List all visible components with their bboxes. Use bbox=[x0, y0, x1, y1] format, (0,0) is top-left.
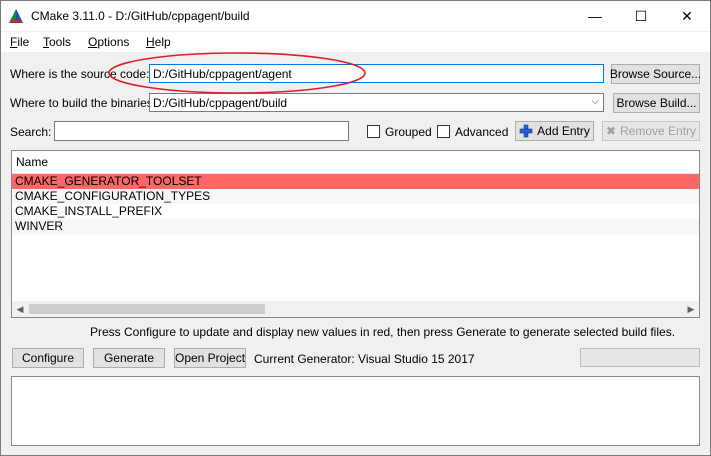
menu-tools-label: ools bbox=[49, 35, 72, 49]
table-row[interactable]: WINVER bbox=[12, 219, 699, 234]
source-label: Where is the source code: bbox=[10, 67, 150, 81]
menu-options-label: ptions bbox=[97, 35, 130, 49]
grouped-checkbox[interactable] bbox=[367, 125, 380, 138]
configure-hint: Press Configure to update and display ne… bbox=[90, 325, 676, 339]
remove-x-icon: ✖ bbox=[605, 124, 617, 138]
scroll-right-icon[interactable]: ▶ bbox=[683, 303, 699, 315]
build-path-value: D:/GitHub/cppagent/build bbox=[153, 96, 288, 110]
menu-options[interactable]: Options bbox=[88, 35, 129, 49]
remove-entry-button[interactable]: ✖ Remove Entry bbox=[602, 121, 700, 141]
configure-button[interactable]: Configure bbox=[12, 348, 84, 368]
minimize-button[interactable]: — bbox=[572, 1, 618, 31]
close-button[interactable]: ✕ bbox=[664, 1, 710, 31]
add-entry-button[interactable]: Add Entry bbox=[515, 121, 594, 141]
cmake-logo-icon bbox=[9, 9, 23, 23]
build-path-combobox[interactable]: D:/GitHub/cppagent/build ⌵ bbox=[149, 93, 604, 112]
cache-entries-table[interactable]: Name CMAKE_GENERATOR_TOOLSET CMAKE_CONFIG… bbox=[11, 150, 700, 318]
maximize-button[interactable]: ☐ bbox=[618, 1, 664, 31]
menu-file[interactable]: File bbox=[10, 35, 29, 49]
advanced-label: Advanced bbox=[455, 125, 509, 139]
minimize-icon: — bbox=[588, 8, 602, 24]
close-icon: ✕ bbox=[681, 7, 693, 24]
menu-bar: File Tools Options Help bbox=[1, 32, 710, 52]
grouped-label: Grouped bbox=[385, 125, 432, 139]
advanced-checkbox[interactable] bbox=[437, 125, 450, 138]
cmake-window: CMake 3.11.0 - D:/GitHub/cppagent/build … bbox=[0, 0, 711, 456]
menu-help-mnemonic: H bbox=[146, 35, 155, 49]
menu-options-mnemonic: O bbox=[88, 35, 98, 49]
browse-build-button[interactable]: Browse Build... bbox=[613, 93, 700, 113]
table-header[interactable]: Name bbox=[12, 151, 699, 174]
menu-help-label: elp bbox=[154, 35, 171, 49]
scroll-left-icon[interactable]: ◀ bbox=[12, 303, 28, 315]
output-log[interactable] bbox=[11, 376, 700, 446]
column-header-name: Name bbox=[16, 155, 49, 169]
title-bar[interactable]: CMake 3.11.0 - D:/GitHub/cppagent/build … bbox=[1, 1, 710, 31]
search-label: Search: bbox=[10, 125, 52, 139]
table-row[interactable]: CMAKE_INSTALL_PREFIX bbox=[12, 204, 699, 219]
menu-help[interactable]: Help bbox=[146, 35, 171, 49]
source-path-input[interactable]: D:/GitHub/cppagent/agent bbox=[149, 64, 604, 83]
menu-tools[interactable]: Tools bbox=[43, 35, 71, 49]
remove-entry-label: Remove Entry bbox=[620, 124, 697, 138]
search-input[interactable] bbox=[54, 121, 349, 141]
generate-button[interactable]: Generate bbox=[93, 348, 165, 368]
scrollbar-thumb[interactable] bbox=[29, 304, 265, 314]
horizontal-scrollbar[interactable]: ◀ ▶ bbox=[12, 301, 699, 317]
progress-bar bbox=[580, 348, 700, 367]
current-generator-text: Current Generator: Visual Studio 15 2017 bbox=[254, 352, 475, 366]
add-entry-label: Add Entry bbox=[537, 124, 590, 138]
open-project-button[interactable]: Open Project bbox=[174, 348, 246, 368]
browse-source-button[interactable]: Browse Source... bbox=[610, 64, 701, 84]
chevron-down-icon[interactable]: ⌵ bbox=[591, 96, 599, 107]
maximize-icon: ☐ bbox=[634, 7, 648, 24]
table-row[interactable]: CMAKE_CONFIGURATION_TYPES bbox=[12, 189, 699, 204]
menu-file-label: ile bbox=[17, 35, 30, 49]
window-title: CMake 3.11.0 - D:/GitHub/cppagent/build bbox=[31, 9, 250, 23]
table-row[interactable]: CMAKE_GENERATOR_TOOLSET bbox=[12, 174, 699, 189]
plus-icon bbox=[519, 124, 533, 138]
build-label: Where to build the binaries: bbox=[10, 96, 157, 110]
